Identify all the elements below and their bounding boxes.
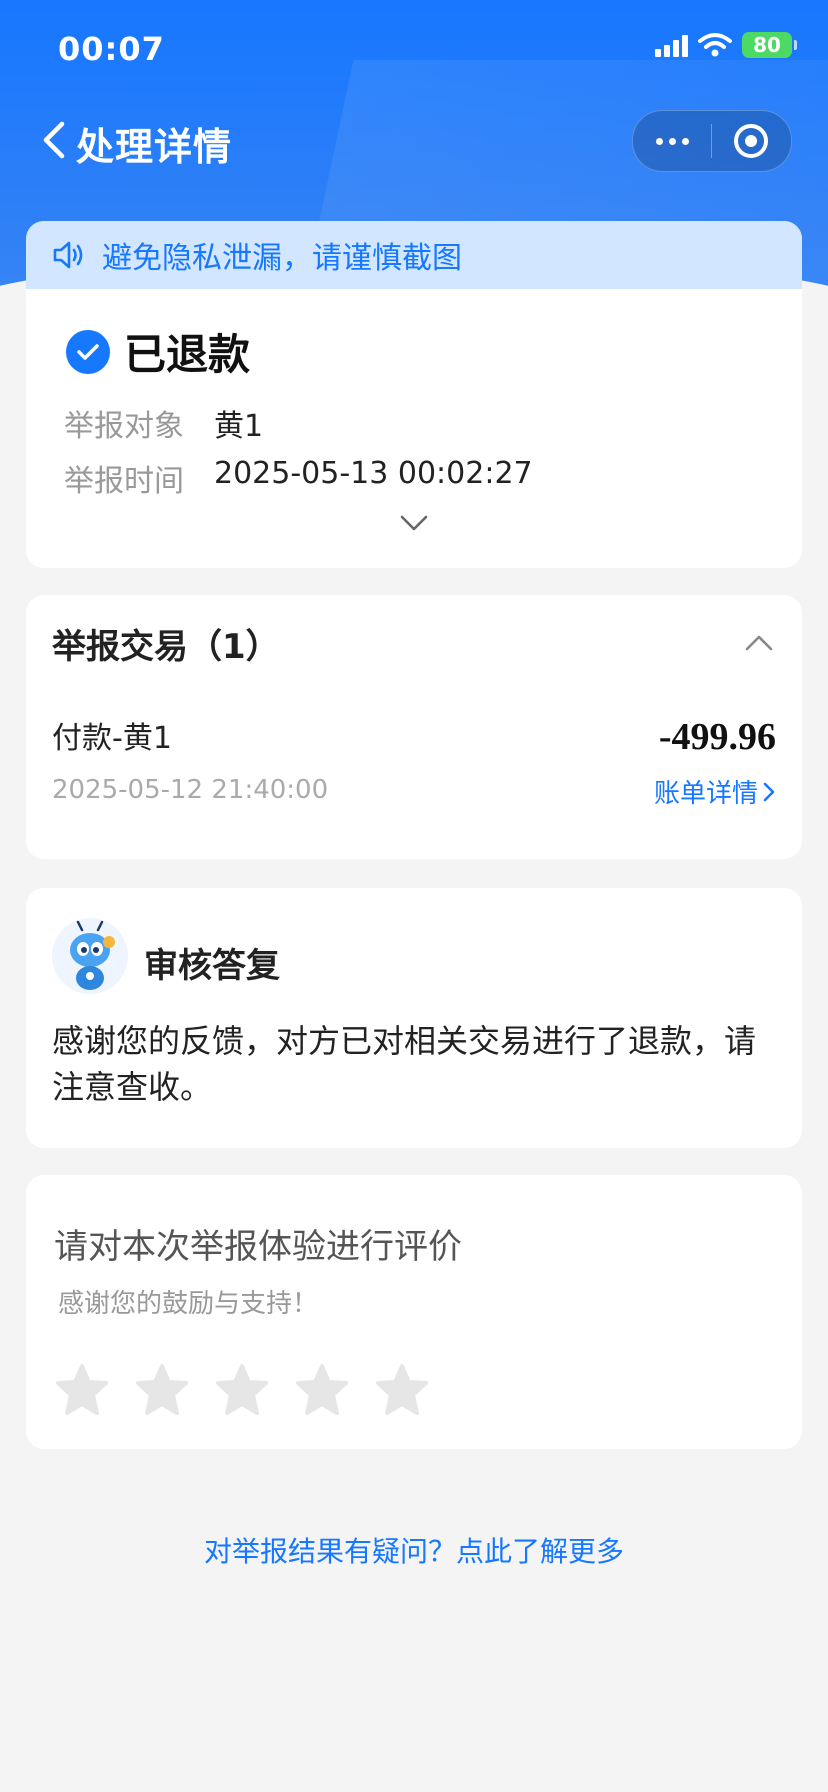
page-title: 处理详情 [76, 125, 233, 169]
report-time-value: 2025-05-13 00:02:27 [214, 456, 533, 491]
report-target-label: 举报对象 [64, 409, 184, 444]
report-target-row: 举报对象 黄1 [64, 401, 263, 445]
speaker-icon [53, 241, 83, 269]
star-rating [54, 1363, 430, 1417]
review-reply-text: 感谢您的反馈，对方已对相关交易进行了退款，请注意查收。 [52, 1022, 757, 1106]
more-dot-icon [655, 137, 663, 145]
privacy-notice-text: 避免隐私泄漏，请谨慎截图 [102, 241, 462, 276]
status-bar: 00:07 80 [0, 0, 828, 100]
back-arrow-icon[interactable] [36, 118, 72, 162]
report-target-value: 黄1 [214, 409, 264, 444]
robot-assistant-icon [52, 918, 128, 994]
status-time: 00:07 [58, 30, 165, 68]
reported-transactions-card: 举报交易（1） 付款-黄1 -499.96 2025-05-12 21:40:0… [26, 595, 802, 859]
star-icon[interactable] [294, 1363, 350, 1417]
status-title: 已退款 [124, 330, 251, 379]
rating-subtitle: 感谢您的鼓励与支持！ [58, 1289, 319, 1319]
wifi-icon [698, 33, 732, 57]
battery-level: 80 [753, 33, 781, 57]
bill-detail-link[interactable]: 账单详情 [654, 773, 776, 810]
bill-detail-label: 账单详情 [653, 779, 758, 809]
chevron-down-icon[interactable] [399, 513, 429, 533]
report-time-label: 举报时间 [64, 464, 184, 499]
report-time-row: 举报时间 2025-05-13 00:02:27 [64, 456, 533, 500]
star-icon[interactable] [54, 1363, 110, 1417]
star-icon[interactable] [374, 1363, 430, 1417]
transactions-section-title: 举报交易（1） [52, 627, 280, 667]
more-dot-icon [681, 137, 689, 145]
star-icon[interactable] [214, 1363, 270, 1417]
miniprogram-capsule [632, 110, 792, 172]
status-icons: 80 [655, 32, 797, 58]
star-icon[interactable] [134, 1363, 190, 1417]
transaction-name: 付款-黄1 [52, 721, 172, 756]
review-reply-title: 审核答复 [144, 946, 280, 986]
report-question-link[interactable]: 对举报结果有疑问？点此了解更多 [0, 1530, 828, 1570]
rating-card: 请对本次举报体验进行评价 感谢您的鼓励与支持！ [26, 1175, 802, 1449]
nav-bar: 处理详情 [0, 100, 828, 180]
target-circle-icon [734, 124, 768, 158]
privacy-notice: 避免隐私泄漏，请谨慎截图 [26, 221, 802, 289]
rating-title: 请对本次举报体验进行评价 [54, 1227, 462, 1267]
chevron-up-icon[interactable] [744, 633, 774, 653]
transaction-amount: -499.96 [658, 716, 776, 758]
cellular-signal-icon [655, 33, 688, 57]
review-reply-card: 审核答复 感谢您的反馈，对方已对相关交易进行了退款，请注意查收。 [26, 888, 802, 1148]
assistant-avatar [52, 918, 128, 994]
status-card: 避免隐私泄漏，请谨慎截图 已退款 举报对象 黄1 举报时间 2025-05-13… [26, 221, 802, 568]
close-miniprogram-button[interactable] [712, 111, 790, 171]
more-options-button[interactable] [633, 111, 711, 171]
status-header: 已退款 [66, 321, 250, 382]
transaction-date: 2025-05-12 21:40:00 [52, 775, 329, 805]
more-dot-icon [668, 137, 676, 145]
chevron-right-icon [763, 782, 775, 801]
battery-icon: 80 [742, 32, 797, 58]
check-circle-icon [66, 329, 110, 374]
